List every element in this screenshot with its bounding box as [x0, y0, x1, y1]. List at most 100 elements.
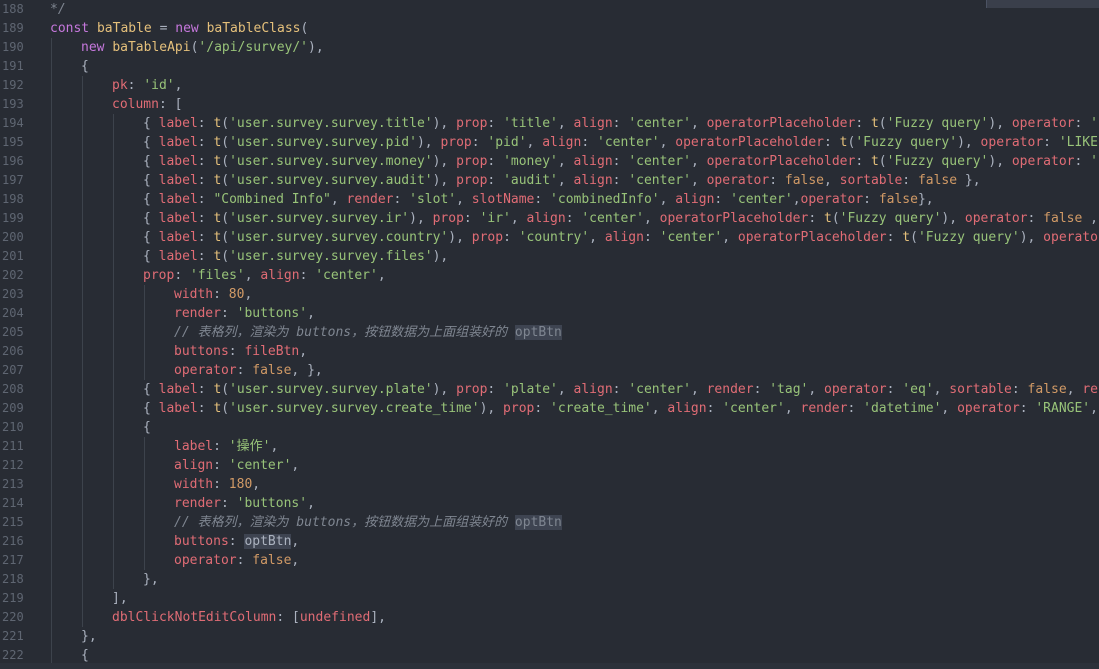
- code-line[interactable]: 194{ label: t('user.survey.survey.title'…: [0, 114, 1099, 133]
- code-token: 'files': [189, 268, 245, 283]
- code-editor[interactable]: 188 */ 189 const baTable = new baTableClass…: [0, 0, 1099, 669]
- code-token: {: [143, 211, 159, 226]
- code-line[interactable]: 199 { label: t('user.survey.survey.ir'), …: [0, 209, 1099, 228]
- minimap-viewport[interactable]: [986, 0, 1099, 8]
- code-lines[interactable]: 188 */ 189 const baTable = new baTableClass…: [0, 0, 1099, 665]
- code-text: { label: t('user.survey.survey.files'),: [143, 247, 448, 266]
- code-token: (: [221, 135, 230, 150]
- code-token: {: [143, 249, 159, 264]
- code-line[interactable]: 189 const baTable = new baTableClass(: [0, 19, 1099, 38]
- code-token: {: [143, 192, 159, 207]
- indent-guide: [82, 304, 83, 323]
- code-token: prop: [471, 230, 504, 245]
- code-line[interactable]: 202 prop: 'files', align: 'center',: [0, 266, 1099, 285]
- code-line[interactable]: 212 align: 'center',: [0, 456, 1099, 475]
- code-line[interactable]: 188 */: [0, 0, 1099, 19]
- code-token: (: [221, 173, 230, 188]
- code-line[interactable]: 203 width: 80,: [0, 285, 1099, 304]
- code-token: ),: [941, 211, 965, 226]
- code-text: buttons: optBtn,: [174, 532, 299, 551]
- code-token: 'Fuzzy query': [855, 135, 958, 150]
- code-line[interactable]: 204 render: 'buttons',: [0, 304, 1099, 323]
- code-line[interactable]: 207 operator: false, },: [0, 361, 1099, 380]
- indent-guide: [51, 532, 52, 551]
- code-token: :: [565, 211, 582, 226]
- code-line[interactable]: 209 { label: t('user.survey.survey.create…: [0, 399, 1099, 418]
- code-line[interactable]: 217 operator: false,: [0, 551, 1099, 570]
- code-line[interactable]: 216 buttons: optBtn,: [0, 532, 1099, 551]
- code-token: ],: [112, 591, 128, 606]
- code-token: ,: [557, 382, 574, 397]
- code-token: : [: [158, 97, 183, 112]
- code-line[interactable]: 213 width: 180,: [0, 475, 1099, 494]
- code-token: ,: [174, 78, 183, 93]
- code-token: baTable: [96, 21, 152, 36]
- code-line[interactable]: 196{ label: t('user.survey.survey.money'…: [0, 152, 1099, 171]
- line-number: 200: [2, 230, 24, 244]
- code-line[interactable]: 200{ label: t('user.survey.survey.countr…: [0, 228, 1099, 247]
- indent-guide: [113, 323, 114, 342]
- code-token: ,: [722, 230, 738, 245]
- code-token: :: [220, 306, 237, 321]
- code-token: {: [143, 135, 159, 150]
- indent-guide: [51, 285, 52, 304]
- line-number: 198: [2, 192, 24, 206]
- indent-guide: [113, 513, 114, 532]
- code-token: new: [81, 40, 105, 55]
- code-token: :: [213, 458, 229, 473]
- code-token: 'center': [597, 135, 660, 150]
- code-token: 80: [228, 287, 245, 302]
- code-token: :: [808, 211, 824, 226]
- code-line[interactable]: 219],: [0, 589, 1099, 608]
- line-number: 193: [2, 97, 24, 111]
- line-number: 210: [2, 420, 24, 434]
- code-line[interactable]: 198 { label: "Combined Info", render: 'sl…: [0, 190, 1099, 209]
- code-token: 'center': [628, 116, 691, 131]
- code-token: :: [534, 401, 551, 416]
- code-line[interactable]: 195 { label: t('user.survey.survey.pid'),…: [0, 133, 1099, 152]
- code-token: ,: [456, 192, 472, 207]
- code-token: :: [487, 116, 504, 131]
- code-token: (: [878, 116, 887, 131]
- code-token: operator: [800, 192, 864, 207]
- code-line[interactable]: 190 new baTableApi('/api/survey/'),: [0, 38, 1099, 57]
- code-line[interactable]: 191 {: [0, 57, 1099, 76]
- code-token: 'LIKE': [1090, 154, 1099, 169]
- code-line[interactable]: 218},: [0, 570, 1099, 589]
- code-token: (: [831, 211, 840, 226]
- code-token: new: [175, 21, 199, 36]
- code-line[interactable]: 211 label: '操作',: [0, 437, 1099, 456]
- code-line[interactable]: 205 // 表格列，渲染为 buttons，按钮数据为上面组装好的 optBtn: [0, 323, 1099, 342]
- code-line[interactable]: 208 { label: t('user.survey.survey.plate'…: [0, 380, 1099, 399]
- code-token: :: [643, 230, 660, 245]
- code-token: ),: [432, 116, 457, 131]
- indent-guide: [51, 513, 52, 532]
- code-token: operator: [1043, 230, 1099, 245]
- code-token: :: [886, 230, 903, 245]
- code-line[interactable]: 210 {: [0, 418, 1099, 437]
- indent-guide: [51, 418, 52, 437]
- code-line[interactable]: 197 { label: t('user.survey.survey.audit'…: [0, 171, 1099, 190]
- code-line[interactable]: 192 pk: 'id',: [0, 76, 1099, 95]
- code-token: (: [221, 382, 230, 397]
- code-line[interactable]: 193 column: [: [0, 95, 1099, 114]
- code-line[interactable]: 206 buttons: fileBtn,: [0, 342, 1099, 361]
- code-token: :: [220, 496, 237, 511]
- code-line[interactable]: 220 dblClickNotEditColumn: [undefined],: [0, 608, 1099, 627]
- code-token: },: [81, 629, 97, 644]
- code-line[interactable]: 214 render: 'buttons',: [0, 494, 1099, 513]
- code-token: :: [197, 192, 214, 207]
- indent-guide: [82, 342, 83, 361]
- horizontal-scrollbar[interactable]: [0, 663, 1099, 669]
- code-token: ,: [824, 173, 840, 188]
- code-line[interactable]: 221},: [0, 627, 1099, 646]
- indent-guide: [51, 95, 52, 114]
- indent-guide: [144, 437, 145, 456]
- code-token: label: [158, 135, 198, 150]
- code-token: label: [158, 230, 198, 245]
- code-line[interactable]: 215 // 表格列，渲染为 buttons，按钮数据为上面组装好的 optBtn: [0, 513, 1099, 532]
- code-token: ),: [416, 135, 441, 150]
- code-line[interactable]: 201 { label: t('user.survey.survey.files'…: [0, 247, 1099, 266]
- code-token: 180: [228, 477, 253, 492]
- code-token: align: [604, 230, 644, 245]
